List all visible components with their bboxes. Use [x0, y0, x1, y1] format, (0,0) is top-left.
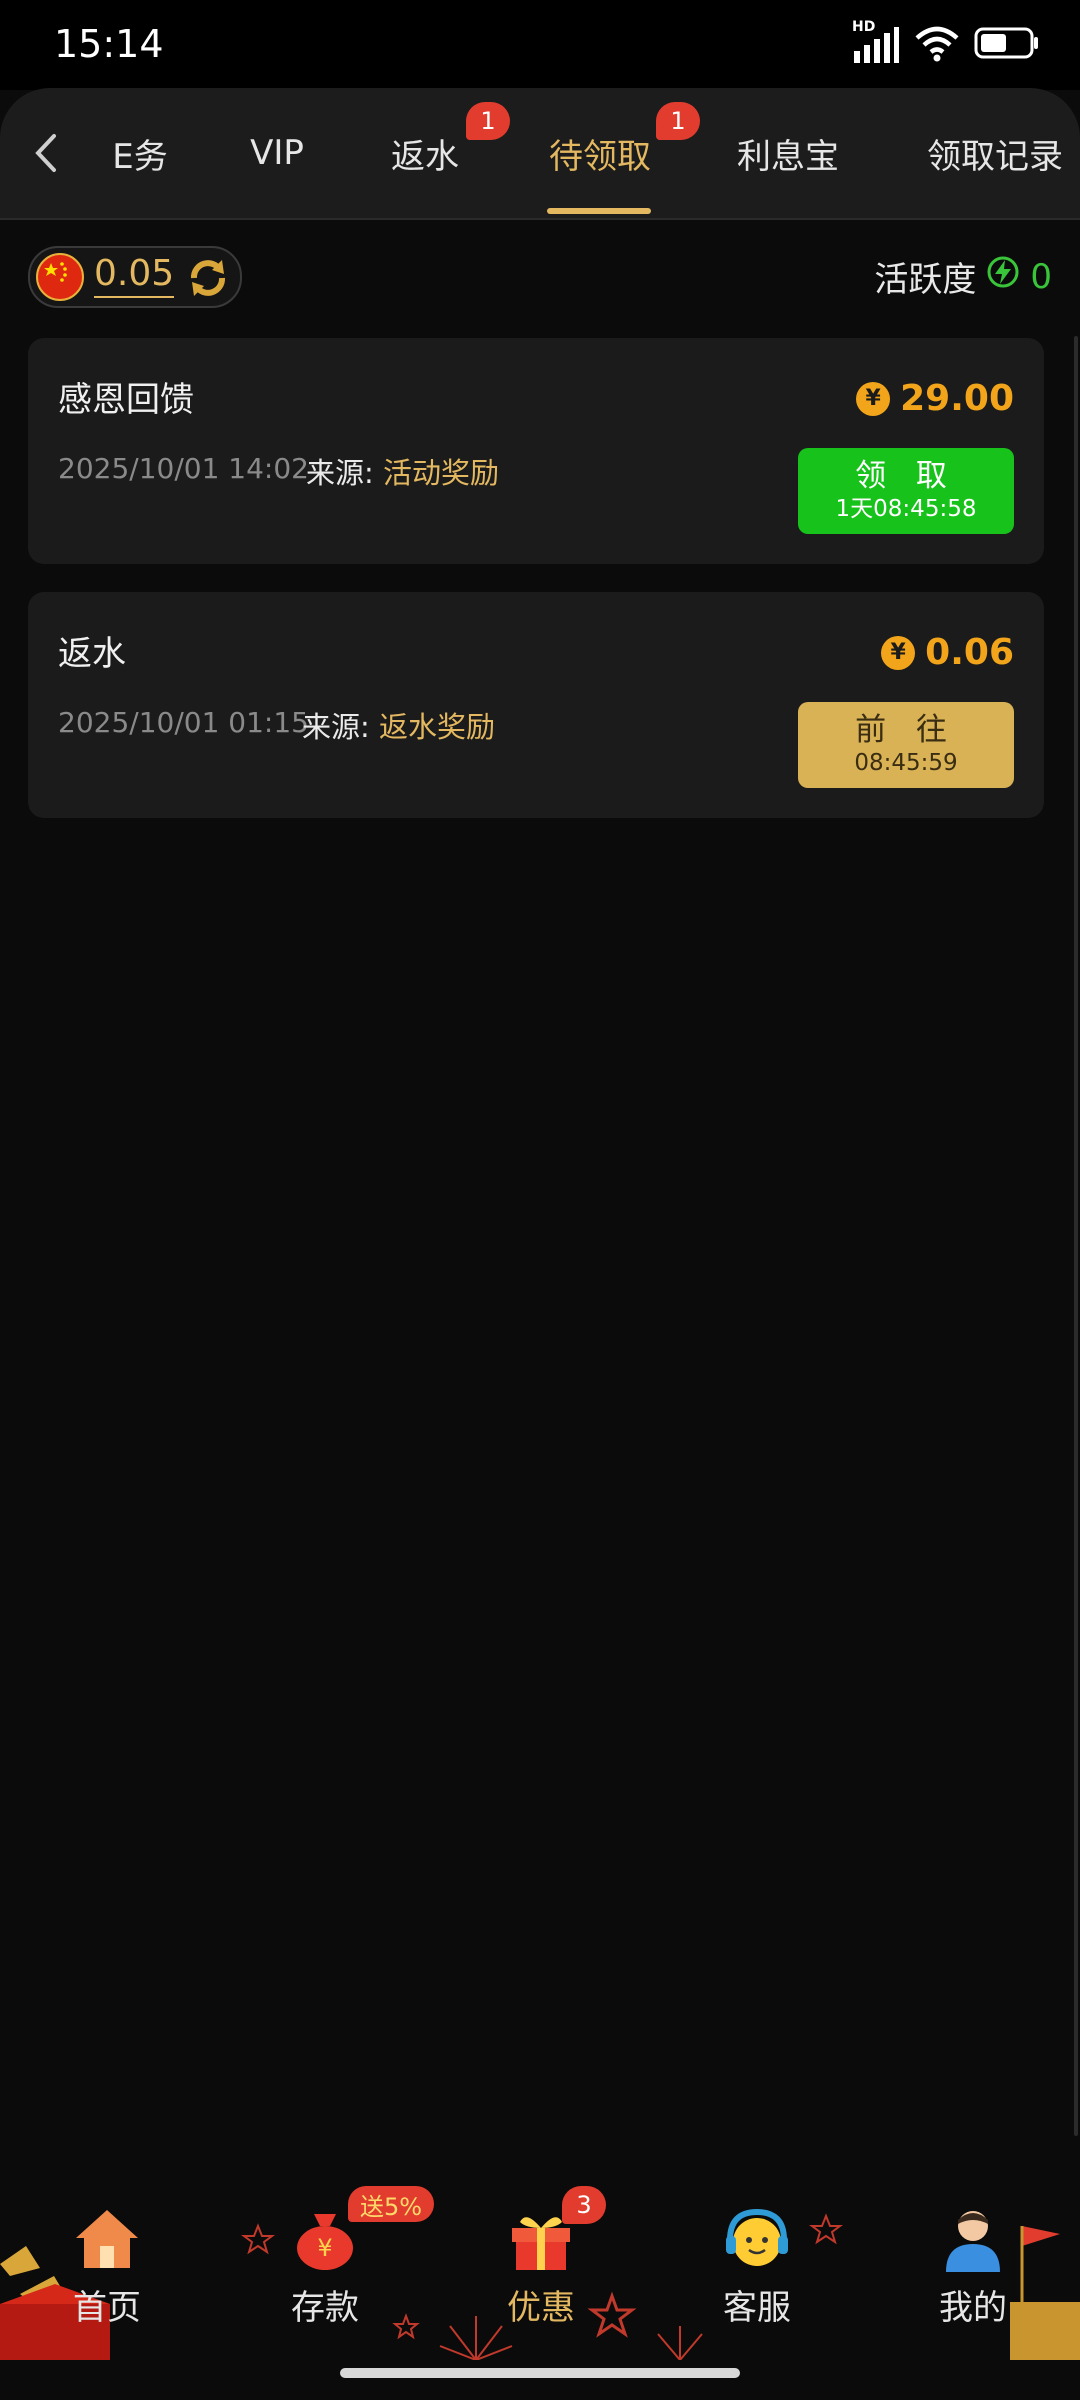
signal-icon: HD — [852, 19, 900, 65]
source-value: 活动奖励 — [383, 456, 500, 490]
yen-coin-icon: ¥ — [881, 635, 916, 670]
tab-label: 利息宝 — [737, 136, 839, 177]
nav-support[interactable]: 客服 — [682, 2206, 832, 2328]
headset-icon — [722, 2206, 792, 2272]
nav-label: 我的 — [939, 2288, 1007, 2328]
reward-amount-value: 29.00 — [900, 378, 1014, 419]
activity-value: 0 — [1030, 256, 1052, 297]
user-icon — [938, 2206, 1008, 2272]
activity-label: 活跃度 — [874, 260, 977, 300]
home-indicator[interactable] — [340, 2368, 740, 2378]
nav-label: 存款 — [291, 2288, 359, 2328]
activity-indicator: 活跃度 0 — [874, 252, 1052, 301]
reward-amount: ¥ 0.06 — [881, 632, 1014, 673]
reward-source: 来源: 活动奖励 — [306, 450, 499, 492]
reward-card: 感恩回馈 ¥ 29.00 2025/10/01 14:02 来源: 活动奖励 领… — [28, 338, 1044, 564]
reward-source: 来源: 返水奖励 — [302, 704, 495, 746]
tab-label: 领取记录 — [927, 136, 1063, 177]
tab-rebate[interactable]: 返水 — [380, 88, 470, 218]
tab-vip[interactable]: VIP — [232, 88, 322, 218]
balance-value: 0.05 — [94, 254, 175, 298]
claim-button-label: 领 取 — [855, 458, 957, 494]
tab-label: VIP — [250, 133, 304, 173]
status-icons: HD — [852, 19, 1040, 68]
reward-amount: ¥ 29.00 — [856, 378, 1014, 419]
source-value: 返水奖励 — [379, 710, 496, 744]
go-countdown: 08:45:59 — [854, 750, 958, 776]
battery-icon — [974, 26, 1040, 64]
reward-title: 感恩回馈 — [58, 380, 194, 420]
reward-amount-value: 0.06 — [925, 632, 1014, 673]
reward-title: 返水 — [58, 634, 126, 674]
tab-label: 返水 — [391, 136, 459, 177]
nav-label: 首页 — [73, 2288, 141, 2328]
reward-card: 返水 ¥ 0.06 2025/10/01 01:15 来源: 返水奖励 前 往 … — [28, 592, 1044, 818]
balance-pill[interactable]: 0.05 — [28, 246, 242, 308]
nav-home[interactable]: 首页 — [32, 2206, 182, 2328]
reward-date: 2025/10/01 14:02 — [58, 452, 309, 485]
active-tab-indicator — [547, 208, 651, 214]
claim-button[interactable]: 领 取 1天08:45:58 — [798, 448, 1014, 534]
source-label: 来源: — [302, 710, 370, 744]
tab-header: E务 VIP 返水 1 待领取 1 利息宝 领取记录 — [0, 88, 1080, 220]
scrollbar[interactable] — [1074, 336, 1078, 2136]
house-icon — [72, 2206, 142, 2272]
status-time: 15:14 — [54, 22, 164, 66]
tab-label: 待领取 — [549, 136, 651, 177]
china-flag-icon — [36, 253, 84, 301]
lightning-icon — [986, 255, 1020, 298]
tab-pending-badge: 1 — [656, 102, 700, 140]
back-arrow-icon[interactable] — [26, 128, 66, 178]
tab-interest[interactable]: 利息宝 — [726, 88, 850, 218]
nav-deposit[interactable]: ¥ 存款 — [250, 2206, 400, 2328]
tab-pending[interactable]: 待领取 — [540, 88, 660, 218]
claim-countdown: 1天08:45:58 — [835, 496, 977, 522]
nav-profile[interactable]: 我的 — [898, 2206, 1048, 2328]
go-button[interactable]: 前 往 08:45:59 — [798, 702, 1014, 788]
tab-label: E务 — [112, 136, 168, 177]
promotions-count-badge: 3 — [562, 2186, 606, 2224]
reward-date: 2025/10/01 01:15 — [58, 706, 309, 739]
tab-tasks[interactable]: E务 — [100, 88, 180, 218]
go-button-label: 前 往 — [855, 712, 957, 748]
source-label: 来源: — [306, 456, 374, 490]
nav-label: 客服 — [723, 2288, 791, 2328]
yen-coin-icon: ¥ — [856, 381, 891, 416]
svg-text:¥: ¥ — [317, 2234, 332, 2262]
refresh-icon[interactable] — [186, 256, 230, 300]
nav-promotions[interactable]: 优惠 — [466, 2206, 616, 2328]
deposit-promo-badge: 送5% — [348, 2186, 435, 2222]
tab-claim-records[interactable]: 领取记录 — [920, 88, 1070, 218]
tab-rebate-badge: 1 — [466, 102, 510, 140]
wifi-icon — [914, 24, 960, 66]
nav-label: 优惠 — [507, 2288, 575, 2328]
